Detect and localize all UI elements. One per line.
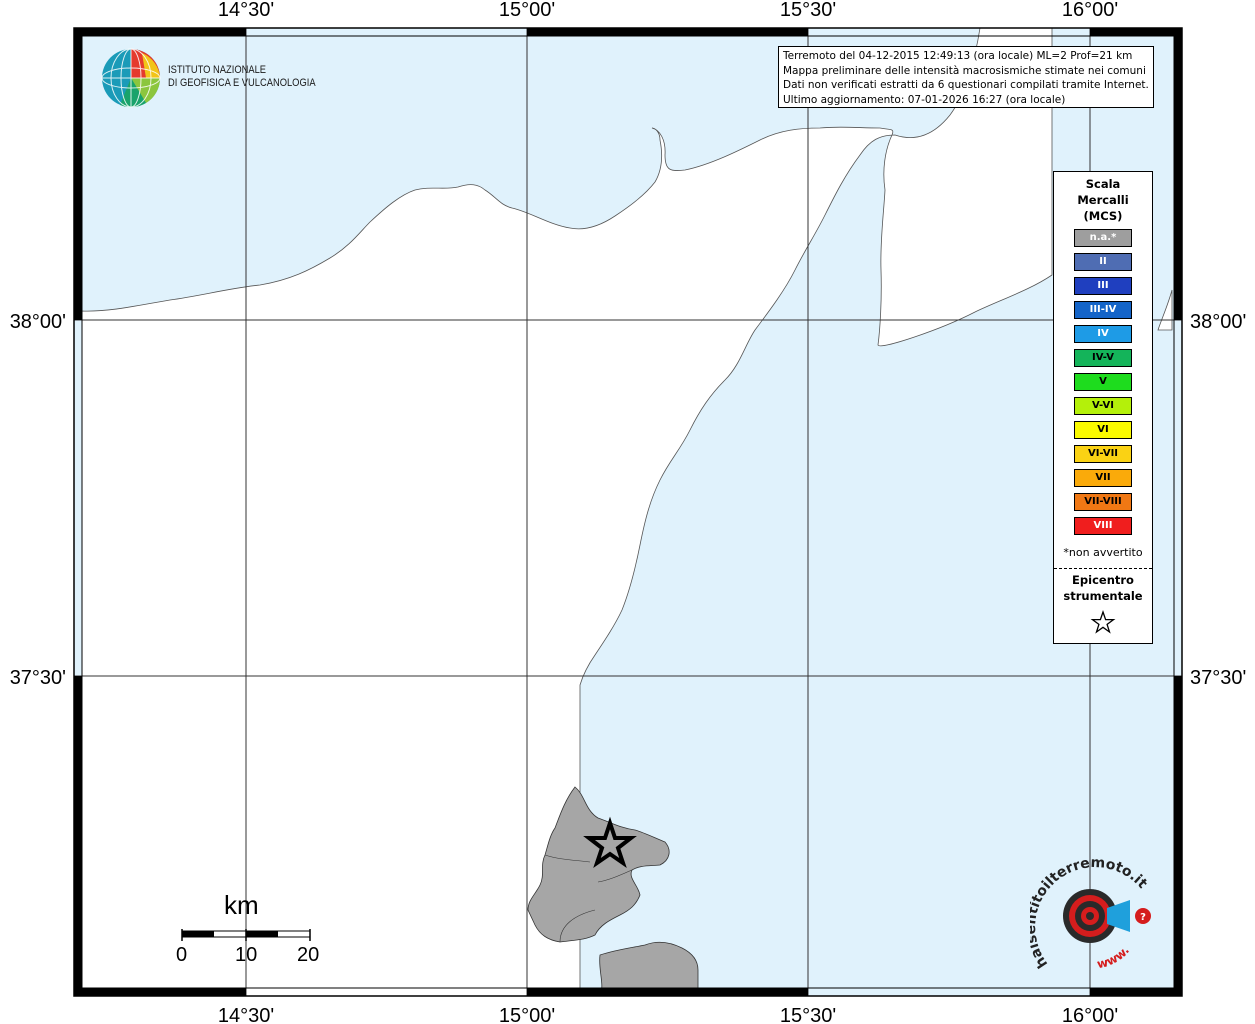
- legend-swatch: VI-VII: [1074, 445, 1132, 463]
- legend-title-1: Scala: [1085, 177, 1121, 191]
- legend-swatch: VII-VIII: [1074, 493, 1132, 511]
- lat-label-left-2: 37°30': [10, 667, 66, 689]
- legend-swatch: VIII: [1074, 517, 1132, 535]
- lon-label-bottom-4: 16°00': [1062, 1005, 1118, 1024]
- lat-label-left-1: 38°00': [10, 311, 66, 333]
- lon-label-bottom-3: 15°30': [780, 1005, 836, 1024]
- legend-swatch: III-IV: [1074, 301, 1132, 319]
- legend-title-2: Mercalli: [1077, 193, 1129, 207]
- mcs-legend: Scala Mercalli (MCS) n.a.* II III III-IV IV I…: [1053, 171, 1153, 644]
- ingv-logo: ISTITUTO NAZIONALE DI GEOFISICA E VULCAN…: [100, 47, 340, 111]
- lon-label-top-2: 15°00': [499, 0, 555, 21]
- lon-label-bottom-1: 14°30': [218, 1005, 274, 1024]
- legend-note: *non avvertito: [1063, 546, 1143, 559]
- legend-swatch: IV: [1074, 325, 1132, 343]
- lon-label-top-3: 15°30': [780, 0, 836, 21]
- lon-label-bottom-2: 15°00': [499, 1005, 555, 1024]
- legend-epicenter-label: Epicentro strumentale: [1054, 572, 1152, 604]
- legend-swatch: VI: [1074, 421, 1132, 439]
- legend-title-3: (MCS): [1083, 209, 1123, 223]
- info-line-2: Mappa preliminare delle intensità macros…: [783, 64, 1146, 77]
- legend-swatch: VII: [1074, 469, 1132, 487]
- earthquake-info-box: Terremoto del 04-12-2015 12:49:13 (ora l…: [778, 46, 1154, 108]
- hsit-prefix: www.: [1096, 943, 1132, 971]
- legend-separator: [1054, 568, 1152, 569]
- legend-swatch: V: [1074, 373, 1132, 391]
- lat-label-right-1: 38°00': [1190, 311, 1246, 333]
- legend-swatch: n.a.*: [1074, 229, 1132, 247]
- hsit-emblem-icon: ? haisentitoilterremoto.it www.: [1023, 855, 1151, 971]
- globe-icon: [101, 48, 161, 108]
- hsit-logo: ? haisentitoilterremoto.it www.: [1023, 855, 1165, 976]
- ingv-line2: DI GEOFISICA E VULCANOLOGIA: [168, 77, 316, 89]
- info-line-4: Ultimo aggiornamento: 07-01-2026 16:27 (…: [783, 93, 1066, 106]
- legend-epicenter-line2: strumentale: [1063, 589, 1143, 603]
- scale-unit: km: [224, 890, 259, 920]
- scale-tick-10: 10: [235, 944, 258, 966]
- legend-star-icon: [1090, 609, 1116, 634]
- ingv-name: ISTITUTO NAZIONALE DI GEOFISICA E VULCAN…: [168, 64, 316, 90]
- legend-epicenter-line1: Epicentro: [1072, 573, 1134, 587]
- svg-text:www.: www.: [1096, 943, 1132, 971]
- scale-tick-20: 20: [297, 944, 320, 966]
- info-line-3: Dati non verificati estratti da 6 questi…: [783, 79, 1149, 91]
- ingv-line1: ISTITUTO NAZIONALE: [168, 64, 267, 76]
- info-line-1: Terremoto del 04-12-2015 12:49:13 (ora l…: [783, 50, 1133, 62]
- legend-swatch: III: [1074, 277, 1132, 295]
- svg-text:?: ?: [1140, 912, 1146, 923]
- legend-swatch: V-VI: [1074, 397, 1132, 415]
- lat-label-right-2: 37°30': [1190, 667, 1246, 689]
- lon-label-top-1: 14°30': [218, 0, 274, 21]
- lon-label-top-4: 16°00': [1062, 0, 1118, 21]
- scale-tick-0: 0: [176, 944, 188, 966]
- legend-swatch: II: [1074, 253, 1132, 271]
- legend-swatch: IV-V: [1074, 349, 1132, 367]
